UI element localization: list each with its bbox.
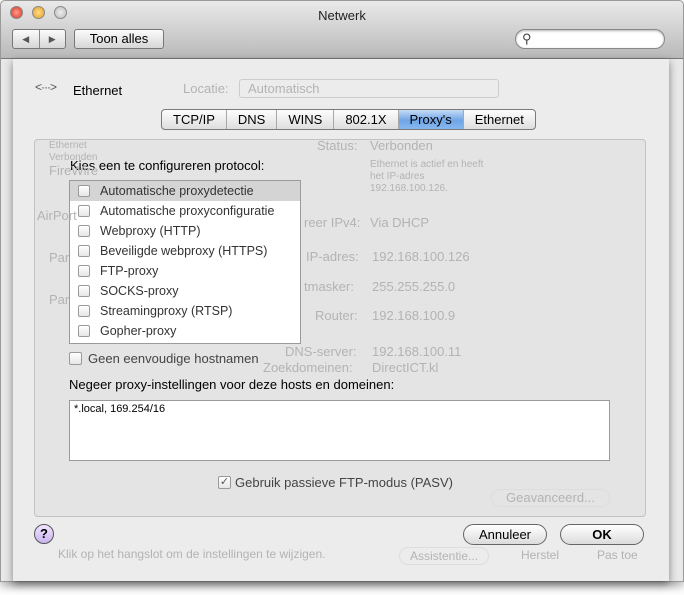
show-all-button[interactable]: Toon alles <box>74 29 164 49</box>
network-window: Netwerk ◀ ▶ Toon alles ⚲ <···> Ethernet … <box>0 0 684 582</box>
tab-bar: TCP/IP DNS WINS 802.1X Proxy's Ethernet <box>161 109 536 130</box>
tab-8021x[interactable]: 802.1X <box>334 110 399 129</box>
no-simple-hostnames-checkbox[interactable]: Geen eenvoudige hostnamen <box>69 351 259 366</box>
protocol-label: Automatische proxyconfiguratie <box>100 204 275 218</box>
protocol-row[interactable]: Beveiligde webproxy (HTTPS) <box>70 241 300 261</box>
checkbox[interactable] <box>78 325 90 337</box>
protocol-row[interactable]: Gopher-proxy <box>70 321 300 341</box>
search-icon: ⚲ <box>522 31 532 46</box>
checkbox[interactable] <box>78 205 90 217</box>
tab-ethernet[interactable]: Ethernet <box>464 110 535 129</box>
ok-button[interactable]: OK <box>560 524 644 545</box>
ethernet-icon: <···> <box>35 80 57 94</box>
tab-dns[interactable]: DNS <box>227 110 278 129</box>
protocol-row[interactable]: Streamingproxy (RTSP) <box>70 301 300 321</box>
protocol-label: Webproxy (HTTP) <box>100 224 201 238</box>
checkbox[interactable] <box>78 265 90 277</box>
bypass-heading: Negeer proxy-instellingen voor deze host… <box>69 377 395 392</box>
tab-tcpip[interactable]: TCP/IP <box>162 110 227 129</box>
protocol-row[interactable]: Automatische proxyconfiguratie <box>70 201 300 221</box>
tab-proxies[interactable]: Proxy's <box>398 110 464 129</box>
protocol-row[interactable]: FTP-proxy <box>70 261 300 281</box>
checkmark-icon[interactable]: ✓ <box>218 476 231 489</box>
checkbox[interactable] <box>69 352 82 365</box>
interface-name: Ethernet <box>73 83 123 98</box>
protocol-list: Automatische proxydetectie Automatische … <box>69 180 301 344</box>
help-button[interactable]: ? <box>34 524 54 544</box>
protocol-label: Gopher-proxy <box>100 324 177 338</box>
window-title: Netwerk <box>318 8 366 23</box>
checkbox[interactable] <box>78 225 90 237</box>
checkbox[interactable] <box>78 185 90 197</box>
protocol-row[interactable]: Automatische proxydetectie <box>70 181 300 201</box>
forward-icon[interactable]: ▶ <box>40 30 66 48</box>
proxy-sheet: <···> Ethernet TCP/IP DNS WINS 802.1X Pr… <box>13 59 669 581</box>
checkbox[interactable] <box>78 305 90 317</box>
titlebar: Netwerk ◀ ▶ Toon alles ⚲ <box>1 1 683 59</box>
checkbox[interactable] <box>78 245 90 257</box>
protocol-label: FTP-proxy <box>100 264 159 278</box>
tab-wins[interactable]: WINS <box>277 110 335 129</box>
search-input[interactable]: ⚲ <box>515 29 665 49</box>
protocol-row[interactable]: Webproxy (HTTP) <box>70 221 300 241</box>
protocol-row[interactable]: SOCKS-proxy <box>70 281 300 301</box>
bypass-hosts-textarea[interactable]: *.local, 169.254/16 <box>69 400 610 461</box>
cancel-button[interactable]: Annuleer <box>463 524 547 545</box>
nav-buttons: ◀ ▶ <box>12 29 66 49</box>
protocol-label: Streamingproxy (RTSP) <box>100 304 233 318</box>
checkbox-label: Geen eenvoudige hostnamen <box>88 351 259 366</box>
protocol-label: Beveiligde webproxy (HTTPS) <box>100 244 268 258</box>
checkbox-label: Gebruik passieve FTP-modus (PASV) <box>235 475 453 490</box>
protocol-heading: Kies een te configureren protocol: <box>70 158 265 173</box>
protocol-label: SOCKS-proxy <box>100 284 179 298</box>
checkbox[interactable] <box>78 285 90 297</box>
protocol-label: Automatische proxydetectie <box>100 184 254 198</box>
back-icon[interactable]: ◀ <box>13 30 40 48</box>
pasv-checkbox[interactable]: ✓ Gebruik passieve FTP-modus (PASV) <box>218 475 453 490</box>
